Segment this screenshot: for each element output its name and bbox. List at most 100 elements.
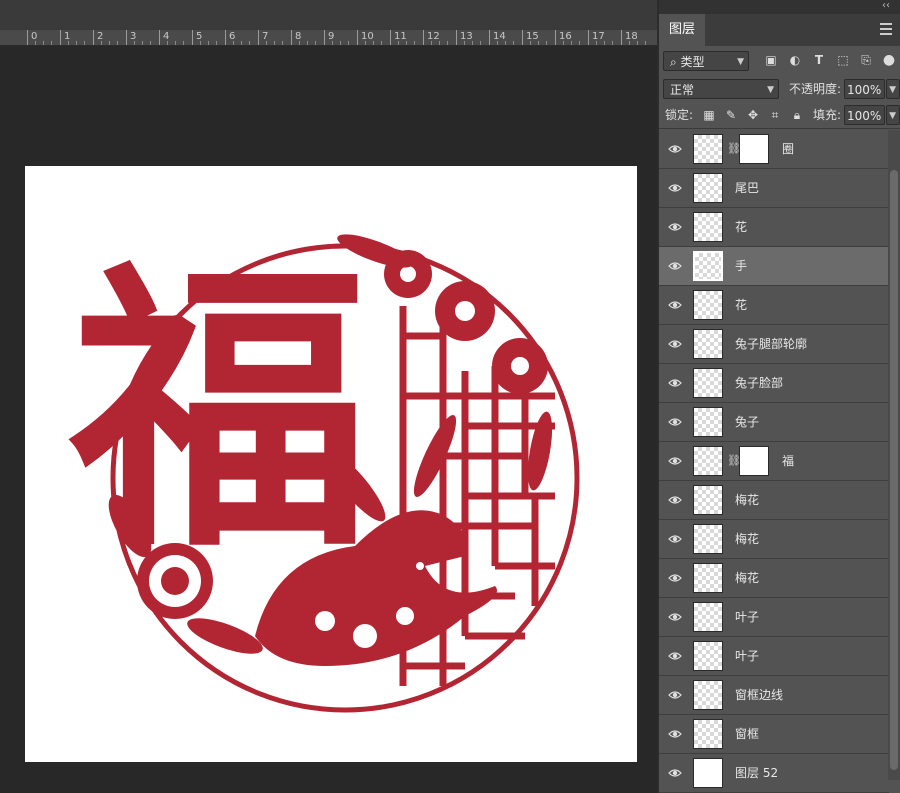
layer-thumbnail[interactable]	[693, 485, 723, 515]
layer-thumbnail[interactable]	[693, 407, 723, 437]
layer-row[interactable]: 兔子	[659, 403, 889, 442]
lock-paint-icon[interactable]: ✎	[723, 107, 739, 123]
layer-row[interactable]: 手	[659, 247, 889, 286]
filter-pixel-icon[interactable]: ▣	[763, 52, 779, 68]
layer-thumbnail[interactable]	[693, 602, 723, 632]
layer-thumbnail[interactable]	[693, 173, 723, 203]
layer-row[interactable]: 兔子脸部	[659, 364, 889, 403]
chain-link-icon[interactable]: ⛓	[727, 454, 741, 468]
layer-thumbnail[interactable]	[693, 641, 723, 671]
filter-kind-label: 类型	[680, 55, 705, 69]
eye-icon[interactable]	[668, 143, 682, 155]
eye-icon[interactable]	[668, 689, 682, 701]
layer-row[interactable]: ⛓ 圈	[659, 130, 889, 169]
eye-icon[interactable]	[668, 533, 682, 545]
layer-thumbnail[interactable]	[693, 134, 723, 164]
fill-field[interactable]: 100%	[844, 105, 885, 125]
eye-icon[interactable]	[668, 221, 682, 233]
filter-shape-icon[interactable]: ⬚	[835, 52, 851, 68]
lock-move-icon[interactable]: ✥	[745, 107, 761, 123]
eye-icon[interactable]	[668, 650, 682, 662]
scrollbar-thumb[interactable]	[890, 170, 898, 770]
canvas-area[interactable]: 福	[0, 46, 657, 793]
lock-artboard-icon[interactable]: ⌗	[767, 107, 783, 123]
layer-mask-thumbnail[interactable]	[739, 446, 769, 476]
eye-icon[interactable]	[668, 182, 682, 194]
eye-icon[interactable]	[668, 767, 682, 779]
layer-row[interactable]: 兔子腿部轮廓	[659, 325, 889, 364]
ruler-minor-tick	[563, 41, 564, 45]
eye-icon[interactable]	[668, 299, 682, 311]
layer-row[interactable]: ⛓ 福	[659, 442, 889, 481]
layers-scrollbar[interactable]	[888, 130, 900, 780]
layer-thumbnail[interactable]	[693, 329, 723, 359]
layer-row[interactable]: 梅花	[659, 481, 889, 520]
layer-row[interactable]: 叶子	[659, 598, 889, 637]
lock-transparent-icon[interactable]: ▦	[701, 107, 717, 123]
layer-thumbnail[interactable]	[693, 758, 723, 788]
layers-panel: ‹‹ 图层 ⌕ 类型 ▼ ▣ ◐ T ⬚ ⎘ ● 正常 ▼ 不透明度: 100% ▼…	[657, 0, 900, 793]
filter-kind-dropdown[interactable]: ⌕ 类型 ▼	[663, 51, 749, 71]
layer-row[interactable]: 叶子	[659, 637, 889, 676]
filter-smartobject-icon[interactable]: ⎘	[858, 52, 874, 68]
layer-row[interactable]: 图层 52	[659, 754, 889, 793]
ruler-minor-tick	[497, 41, 498, 45]
filter-row: ⌕ 类型 ▼ ▣ ◐ T ⬚ ⎘ ●	[659, 48, 900, 74]
eye-icon[interactable]	[668, 494, 682, 506]
fu-character: 福	[65, 234, 370, 587]
eye-icon[interactable]	[668, 455, 682, 467]
ruler-minor-tick	[315, 41, 316, 45]
opacity-field[interactable]: 100%	[844, 79, 885, 99]
layer-thumbnail[interactable]	[693, 212, 723, 242]
ruler-minor-tick	[183, 41, 184, 45]
ruler-minor-tick	[381, 41, 382, 45]
layer-thumbnail[interactable]	[693, 680, 723, 710]
filter-adjustment-icon[interactable]: ◐	[787, 52, 803, 68]
layer-thumbnail[interactable]	[693, 719, 723, 749]
layer-thumbnail[interactable]	[693, 290, 723, 320]
eye-icon[interactable]	[668, 416, 682, 428]
layer-thumbnail[interactable]	[693, 368, 723, 398]
document-canvas[interactable]: 福	[25, 166, 637, 762]
tab-layers[interactable]: 图层	[659, 14, 705, 46]
eye-icon[interactable]	[668, 572, 682, 584]
eye-icon[interactable]	[668, 611, 682, 623]
chevron-down-icon: ▼	[889, 111, 896, 121]
layer-row[interactable]: 梅花	[659, 520, 889, 559]
eye-icon[interactable]	[668, 338, 682, 350]
filter-toggle-icon[interactable]: ●	[881, 52, 897, 68]
chain-link-icon[interactable]: ⛓	[727, 142, 741, 156]
layer-row[interactable]: 花	[659, 286, 889, 325]
layer-row[interactable]: 花	[659, 208, 889, 247]
layer-row[interactable]: 窗框	[659, 715, 889, 754]
layer-thumbnail[interactable]	[693, 251, 723, 281]
ruler-minor-tick	[109, 41, 110, 45]
collapse-icon[interactable]: ‹‹	[882, 0, 890, 12]
lock-all-icon[interactable]: 🔒︎	[789, 107, 805, 123]
filter-type-icon[interactable]: T	[811, 52, 827, 68]
layer-name: 梅花	[735, 571, 760, 585]
opacity-dropdown[interactable]: ▼	[886, 79, 900, 99]
layer-thumbnail[interactable]	[693, 563, 723, 593]
layer-name: 尾巴	[735, 181, 760, 195]
layer-row[interactable]: 梅花	[659, 559, 889, 598]
blend-mode-dropdown[interactable]: 正常 ▼	[663, 79, 779, 99]
fill-dropdown[interactable]: ▼	[886, 105, 900, 125]
layer-thumbnail[interactable]	[693, 524, 723, 554]
ruler-minor-tick	[134, 41, 135, 45]
fill-value: 100%	[847, 109, 882, 123]
eye-icon[interactable]	[668, 377, 682, 389]
layer-row[interactable]: 窗框边线	[659, 676, 889, 715]
opacity-label: 不透明度:	[789, 82, 842, 96]
layer-row[interactable]: 尾巴	[659, 169, 889, 208]
eye-icon[interactable]	[668, 728, 682, 740]
ruler-minor-tick	[282, 41, 283, 45]
layer-thumbnail[interactable]	[693, 446, 723, 476]
ruler-minor-tick	[439, 41, 440, 45]
eye-icon[interactable]	[668, 260, 682, 272]
ruler-minor-tick	[447, 41, 448, 45]
panel-menu-icon[interactable]	[880, 23, 892, 35]
ruler-minor-tick	[84, 41, 85, 45]
layer-name: 叶子	[735, 649, 760, 663]
layer-mask-thumbnail[interactable]	[739, 134, 769, 164]
